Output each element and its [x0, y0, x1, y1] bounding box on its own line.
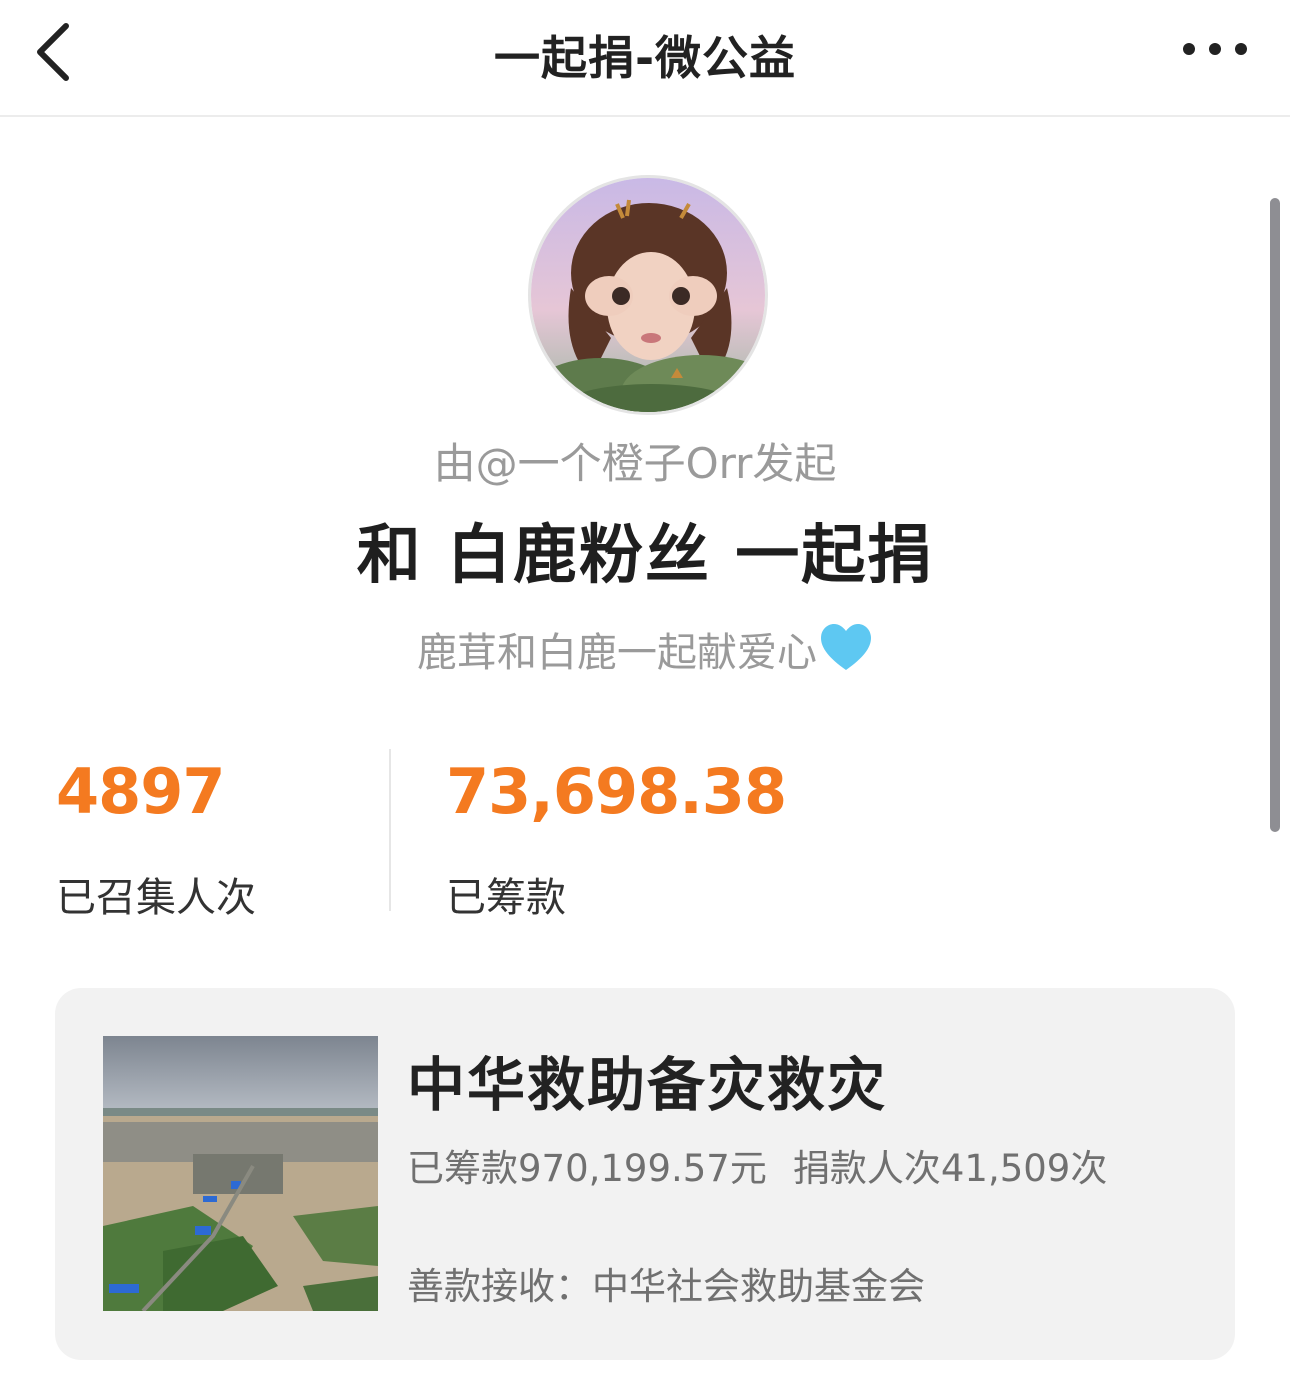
initiator-avatar[interactable]: [528, 175, 768, 415]
project-stats: 已筹款970,199.57元 捐款人次41,509次: [407, 1138, 1107, 1192]
flood-photo: [103, 1036, 378, 1311]
blue-heart-icon: [819, 622, 873, 684]
project-raised: 已筹款970,199.57元: [407, 1147, 767, 1190]
initiator-text[interactable]: 由@一个橙子Orr发起: [0, 430, 1270, 491]
stats-divider: [389, 749, 391, 911]
avatar-image: [531, 178, 765, 412]
participants-label: 已召集人次: [56, 875, 256, 921]
slogan-text: 鹿茸和白鹿一起献爱心: [417, 630, 817, 676]
campaign-headline: 和 白鹿粉丝 一起捐: [356, 519, 934, 593]
project-card[interactable]: 中华救助备灾救灾 已筹款970,199.57元 捐款人次41,509次 善款接收：…: [55, 988, 1235, 1360]
project-thumbnail: [103, 1036, 378, 1311]
raised-label: 已筹款: [446, 875, 566, 921]
project-recipient: 善款接收：中华社会救助基金会: [407, 1265, 925, 1308]
project-donors: 捐款人次41,509次: [792, 1147, 1108, 1190]
raised-amount: 73,698.38: [446, 755, 787, 828]
project-title[interactable]: 中华救助备灾救灾: [407, 1038, 887, 1122]
campaign-slogan: 鹿茸和白鹿一起献爱心: [0, 620, 1290, 684]
page-title: 一起捐-微公益: [493, 31, 797, 85]
participants-count: 4897: [56, 755, 226, 828]
more-dots-icon: [1183, 43, 1247, 55]
top-nav-bar: 一起捐-微公益: [0, 0, 1290, 117]
more-button[interactable]: [1180, 34, 1250, 64]
